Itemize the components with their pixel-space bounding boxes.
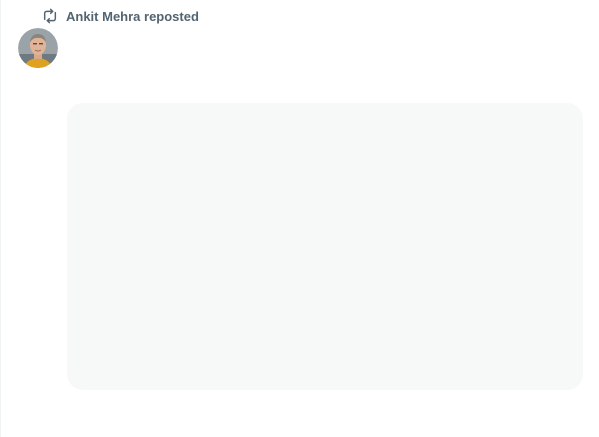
repost-icon [41,7,59,25]
repost-label[interactable]: Ankit Mehra reposted [66,9,199,24]
avatar[interactable] [18,28,58,68]
post-card[interactable]: Ankit Mehra reposted [0,0,599,437]
repost-indicator[interactable]: Ankit Mehra reposted [41,6,199,26]
media-placeholder[interactable] [67,103,583,390]
